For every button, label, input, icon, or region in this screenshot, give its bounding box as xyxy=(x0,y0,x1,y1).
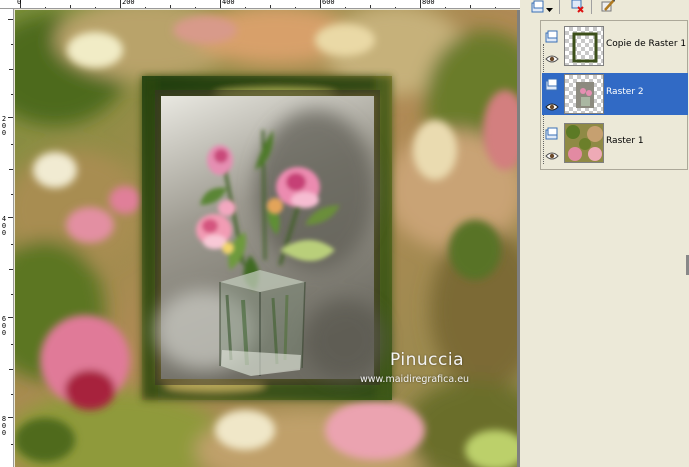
layer-thumbnail xyxy=(564,26,604,66)
toolbar-separator xyxy=(591,0,592,14)
ruler-label: 6 0 0 xyxy=(1,315,7,337)
ruler-label: 8 0 0 xyxy=(1,415,7,437)
raster-layer-icon xyxy=(545,28,559,43)
image-canvas[interactable]: Pinuccia www.maidiregrafica.eu xyxy=(15,10,517,467)
new-layer-dropdown[interactable] xyxy=(544,0,554,14)
layer-thumbnail xyxy=(564,74,604,114)
new-raster-layer-icon xyxy=(531,0,545,17)
delete-layer-icon xyxy=(571,0,585,17)
ruler-label: 200 xyxy=(122,0,135,6)
layer-properties-icon xyxy=(601,0,616,17)
toolbar-separator xyxy=(559,0,560,14)
visibility-eye-icon[interactable] xyxy=(545,146,559,160)
layer-properties-button[interactable] xyxy=(600,0,616,14)
layer-row-copie-raster-1[interactable]: Copie de Raster 1 xyxy=(542,25,688,67)
delete-layer-button[interactable] xyxy=(570,0,586,14)
ruler-label: 800 xyxy=(422,0,435,6)
layer-thumbnail xyxy=(564,123,604,163)
ruler-label: 0 xyxy=(17,0,22,6)
ruler-label: 600 xyxy=(322,0,335,6)
horizontal-ruler: 0 200 400 600 800 xyxy=(0,0,520,9)
layers-toolbar xyxy=(526,0,689,18)
layer-row-raster-1[interactable]: Raster 1 xyxy=(542,122,688,164)
ruler-ticks xyxy=(20,0,496,8)
raster-layer-icon xyxy=(545,125,559,140)
visibility-eye-icon[interactable] xyxy=(545,49,559,63)
vertical-ruler: 2 0 0 4 0 0 6 0 0 8 0 0 xyxy=(0,9,14,467)
ruler-label: 4 0 0 xyxy=(1,215,7,237)
canvas-edge xyxy=(517,10,520,467)
artwork-image xyxy=(15,10,517,467)
raster-layer-icon xyxy=(545,76,559,91)
ruler-ticks xyxy=(8,19,13,445)
layer-row-raster-2[interactable]: Raster 2 xyxy=(542,73,688,115)
ruler-label: 2 0 0 xyxy=(1,115,7,137)
visibility-eye-icon[interactable] xyxy=(545,97,559,111)
watermark-title: Pinuccia xyxy=(390,350,464,370)
ruler-label: 400 xyxy=(222,0,235,6)
layers-palette: Copie de Raster 1 Raster 2 Raster 1 xyxy=(526,0,689,467)
layer-name: Copie de Raster 1 xyxy=(606,39,687,49)
watermark-url: www.maidiregrafica.eu xyxy=(360,374,470,385)
layer-name: Raster 1 xyxy=(606,136,644,146)
chevron-down-icon xyxy=(545,0,553,17)
layer-name: Raster 2 xyxy=(606,87,644,97)
app-window: 0 200 400 600 800 2 0 0 4 0 0 6 0 0 8 0 … xyxy=(0,0,689,467)
